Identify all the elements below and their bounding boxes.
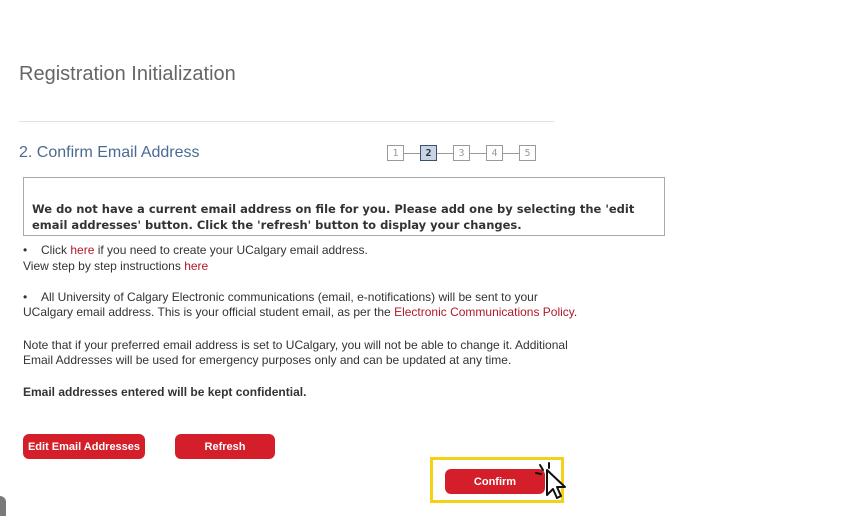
create-email-link[interactable]: here bbox=[70, 243, 94, 257]
edit-email-addresses-button[interactable]: Edit Email Addresses bbox=[23, 434, 145, 459]
confidential-note: Email addresses entered will be kept con… bbox=[23, 385, 307, 399]
communications-text: All University of Calgary Electronic com… bbox=[41, 290, 538, 304]
note-line-2: Email Addresses will be used for emergen… bbox=[23, 353, 512, 367]
window-corner-shadow bbox=[0, 496, 6, 516]
bullet: • bbox=[23, 243, 28, 257]
communications-text-2: UCalgary email address. This is your off… bbox=[23, 305, 395, 319]
bullet: • bbox=[23, 290, 28, 304]
refresh-button[interactable]: Refresh bbox=[175, 434, 275, 459]
step-title: 2. Confirm Email Address bbox=[19, 144, 200, 161]
step-2-active: 2 bbox=[420, 145, 437, 161]
step-4: 4 bbox=[486, 145, 503, 161]
step-connector bbox=[404, 152, 420, 154]
instructions-link[interactable]: here bbox=[184, 259, 208, 273]
electronic-communications-policy-link[interactable]: Electronic Communications Policy bbox=[394, 305, 574, 319]
create-email-line: • Click here if you need to create your U… bbox=[23, 242, 368, 258]
confirm-button[interactable]: Confirm bbox=[445, 469, 545, 494]
communications-suffix: . bbox=[573, 305, 578, 319]
missing-email-notice: We do not have a current email address o… bbox=[23, 177, 665, 236]
instructions-prefix: View step by step instructions bbox=[23, 259, 185, 273]
note-line-1: Note that if your preferred email addres… bbox=[23, 338, 568, 352]
instructions-line: View step by step instructions here bbox=[23, 258, 208, 274]
step-connector bbox=[437, 152, 453, 154]
step-progress-indicator: 1 2 3 4 5 bbox=[387, 145, 536, 161]
step-3: 3 bbox=[453, 145, 470, 161]
step-1: 1 bbox=[387, 145, 404, 161]
create-email-prefix: Click bbox=[41, 243, 71, 257]
communications-line-1: • All University of Calgary Electronic co… bbox=[23, 289, 538, 305]
page-title: Registration Initialization bbox=[19, 63, 236, 85]
create-email-suffix: if you need to create your UCalgary emai… bbox=[94, 243, 368, 257]
step-connector bbox=[470, 152, 486, 154]
title-divider bbox=[19, 121, 554, 122]
hand-pointer-click-icon bbox=[535, 462, 566, 499]
step-connector bbox=[503, 152, 519, 154]
communications-line-2: UCalgary email address. This is your off… bbox=[23, 304, 577, 320]
step-5: 5 bbox=[519, 145, 536, 161]
